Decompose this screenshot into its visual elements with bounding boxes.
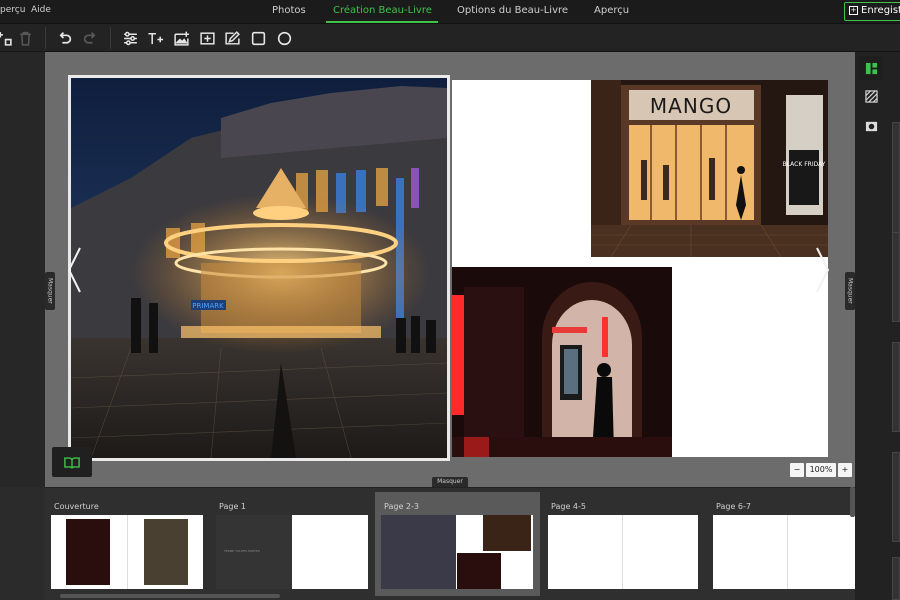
thumbnail-label: Page 4-5 <box>551 502 586 511</box>
add-page-icon[interactable] <box>0 28 14 48</box>
save-label: Enregistrer <box>861 5 900 16</box>
save-icon: + <box>849 5 858 15</box>
thumbnail-label: Page 2-3 <box>384 502 419 511</box>
previous-page-arrow[interactable] <box>64 245 86 295</box>
toolbar-divider <box>45 27 46 49</box>
thumbnail-spread <box>548 515 698 589</box>
thumbnail-label: Page 1 <box>219 502 246 511</box>
toolbar <box>0 24 900 52</box>
tab-creation-beau-livre[interactable]: Création Beau-Livre <box>333 5 432 16</box>
right-page[interactable]: MANGO BLACK FRIDAY <box>452 80 828 457</box>
tab-photos[interactable]: Photos <box>272 5 306 16</box>
menu-aide[interactable]: Aide <box>31 5 51 15</box>
thumbnail-couverture[interactable]: Couverture <box>45 492 207 596</box>
layout-option[interactable] <box>892 557 900 600</box>
thumbnail-fold <box>127 515 128 589</box>
active-tab-indicator <box>326 21 438 23</box>
thumbnail-fold <box>622 515 623 589</box>
zoom-out-button[interactable]: − <box>790 463 804 477</box>
thumbnail-fold <box>787 515 788 589</box>
thumbnail-page-6-7[interactable]: Page 6-7 <box>707 492 855 596</box>
add-frame-icon[interactable] <box>197 28 217 48</box>
thumbnail-label: Page 6-7 <box>716 502 751 511</box>
thumbnail-horizontal-scrollbar[interactable] <box>60 594 280 598</box>
adjust-sliders-icon[interactable] <box>120 28 140 48</box>
add-image-icon[interactable] <box>171 28 191 48</box>
save-button[interactable]: +Enregistrer <box>844 2 900 21</box>
black-friday-sign: BLACK FRIDAY <box>783 161 826 168</box>
left-panel <box>0 52 45 487</box>
left-page[interactable]: PRIMARK <box>68 75 450 461</box>
undo-icon[interactable] <box>54 28 74 48</box>
edit-frame-icon[interactable] <box>222 28 242 48</box>
mask-shape-icon[interactable] <box>859 114 883 138</box>
layout-option[interactable] <box>892 232 900 322</box>
thumbnail-caption: FERME TOUTES PORTES <box>224 549 260 553</box>
trash-icon[interactable] <box>15 28 35 48</box>
open-book-icon <box>64 456 80 469</box>
add-text-icon[interactable] <box>145 28 165 48</box>
thumbnail-spread <box>713 515 855 589</box>
menu-apercu[interactable]: perçu <box>0 5 25 15</box>
next-page-arrow[interactable] <box>811 245 833 295</box>
thumbnail-spread <box>51 515 203 589</box>
book-view-button[interactable] <box>52 447 92 477</box>
thumbnail-photo <box>457 553 501 589</box>
right-panel <box>855 52 900 600</box>
thumbnail-photo <box>483 515 531 551</box>
zoom-level: 100% <box>806 463 836 477</box>
night-archway-photo[interactable] <box>452 267 672 457</box>
thumbnail-label: Couverture <box>54 502 99 511</box>
top-menu-bar: perçu Aide Photos Création Beau-Livre Op… <box>0 0 900 24</box>
carousel-photo[interactable]: PRIMARK <box>71 78 447 458</box>
thumbnail-photo <box>381 515 456 589</box>
right-panel-toggle-label: Masquer <box>846 278 854 304</box>
left-panel-toggle[interactable]: Masquer <box>45 272 55 310</box>
mango-store-photo[interactable]: MANGO BLACK FRIDAY <box>591 80 828 257</box>
zoom-in-button[interactable]: + <box>838 463 852 477</box>
layout-option[interactable] <box>892 342 900 432</box>
thumbnail-photo <box>66 519 110 585</box>
thumbnail-photo <box>144 519 188 585</box>
background-pattern-icon[interactable] <box>859 84 883 108</box>
tab-options-beau-livre[interactable]: Options du Beau-Livre <box>457 5 568 16</box>
thumbnail-dark-page: FERME TOUTES PORTES <box>216 515 292 589</box>
thumbnail-page-2-3[interactable]: Page 2-3 <box>375 492 540 596</box>
zoom-controls: − 100% + <box>790 463 852 477</box>
layout-icon[interactable] <box>859 56 883 80</box>
bottom-panel-toggle[interactable]: Masquer <box>432 477 468 487</box>
editor-canvas: Masquer Masquer PRIMARK MANGO BLACK FRID… <box>45 52 855 487</box>
layout-option[interactable] <box>892 452 900 542</box>
mango-sign: MANGO <box>650 94 732 118</box>
thumbnail-spread <box>381 515 533 589</box>
page-thumbnail-strip: Couverture Page 1 FERME TOUTES PORTES Pa… <box>45 487 855 600</box>
thumbnail-vertical-scrollbar[interactable] <box>850 487 855 517</box>
thumbnail-spread: FERME TOUTES PORTES <box>216 515 368 589</box>
thumbnail-page-1[interactable]: Page 1 FERME TOUTES PORTES <box>210 492 372 596</box>
circle-shape-icon[interactable] <box>274 28 294 48</box>
tab-apercu[interactable]: Aperçu <box>594 5 629 16</box>
left-panel-toggle-label: Masquer <box>46 278 54 304</box>
toolbar-divider <box>110 27 111 49</box>
thumbnail-page-4-5[interactable]: Page 4-5 <box>542 492 704 596</box>
primark-sign: PRIMARK <box>192 302 224 310</box>
right-panel-toggle[interactable]: Masquer <box>845 272 855 310</box>
redo-icon[interactable] <box>80 28 100 48</box>
rectangle-shape-icon[interactable] <box>248 28 268 48</box>
